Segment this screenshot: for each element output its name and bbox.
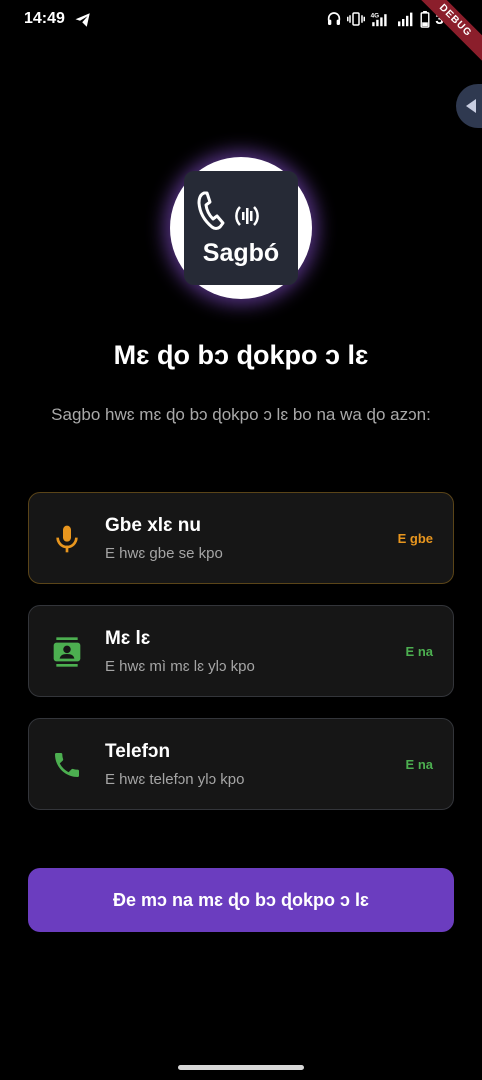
permission-card-phone[interactable]: Telefɔn E hwɛ telefɔn ylɔ kpo E na — [28, 718, 454, 810]
side-panel-handle[interactable] — [456, 84, 482, 128]
phone-icon — [55, 753, 79, 777]
status-time: 14:49 — [24, 10, 65, 27]
voice-wave-icon — [235, 206, 259, 226]
grant-permissions-button[interactable]: Ɖe mɔ na mɛ ɖo bɔ ɖokpo ɔ lɛ — [28, 868, 454, 932]
network-4g-icon: 4G — [371, 12, 387, 27]
permission-status: E na — [405, 644, 433, 659]
permission-name: Mɛ lɛ — [105, 628, 151, 649]
permission-description: E hwɛ telefɔn ylɔ kpo — [105, 771, 245, 788]
permission-card-microphone[interactable]: Gbe xlɛ nu E hwɛ gbe se kpo E gbe — [28, 492, 454, 584]
permission-status: E na — [405, 757, 433, 772]
signal-icon — [398, 12, 413, 27]
logo-text: Sagbó — [202, 239, 280, 267]
home-indicator[interactable] — [178, 1065, 304, 1070]
page-title: Mɛ ɖo bɔ ɖokpo ɔ lɛ — [113, 340, 369, 370]
headphones-icon — [328, 12, 341, 25]
app-logo: Sagbó — [170, 157, 312, 299]
permission-description: E hwɛ gbe se kpo — [105, 545, 223, 562]
status-bar: 14:49 4G 30 DEBUG — [0, 0, 482, 67]
vibrate-icon — [347, 12, 366, 26]
microphone-icon — [56, 525, 78, 553]
permission-card-contacts[interactable]: Mɛ lɛ E hwɛ mì mɛ lɛ ylɔ kpo E na — [28, 605, 454, 697]
contacts-icon — [53, 637, 81, 667]
svg-text:4G: 4G — [371, 12, 380, 19]
permission-name: Gbe xlɛ nu — [105, 515, 202, 536]
permission-status: E gbe — [397, 531, 433, 546]
phone-handset-icon — [197, 191, 225, 230]
permission-description: E hwɛ mì mɛ lɛ ylɔ kpo — [105, 658, 255, 675]
permission-name: Telefɔn — [105, 741, 171, 762]
page-subtitle: Sagbo hwɛ mɛ ɖo bɔ ɖokpo ɔ lɛ bo na wa ɖ… — [51, 405, 431, 424]
battery-icon — [420, 10, 430, 28]
telegram-icon — [75, 13, 90, 27]
